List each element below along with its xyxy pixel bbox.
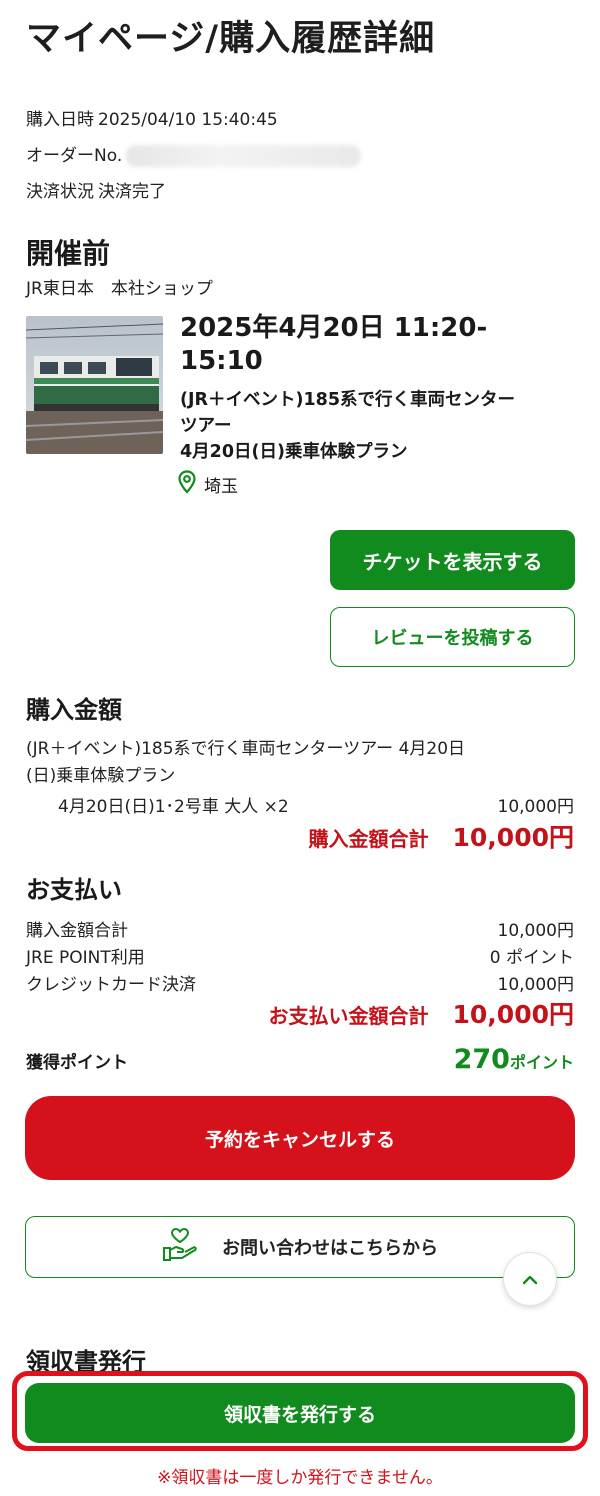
- purchase-item-price: 10,000円: [497, 797, 574, 817]
- payment-row: クレジットカード決済 10,000円: [26, 970, 574, 995]
- event-name: (JR＋イベント)185系で行く車両センター ツアー 4月20日(日)乗車体験プ…: [180, 387, 575, 465]
- order-no-label: オーダーNo.: [26, 146, 123, 166]
- shop-name: JR東日本 本社ショップ: [26, 279, 213, 299]
- payment-row-value: 0 ポイント: [489, 948, 574, 968]
- issue-receipt-button[interactable]: 領収書を発行する: [25, 1383, 575, 1443]
- earned-points-number: 270: [453, 1044, 510, 1075]
- chevron-up-icon: [522, 1270, 538, 1289]
- payment-row-label: JRE POINT利用: [26, 948, 145, 968]
- event-name-line3: 4月20日(日)乗車体験プラン: [180, 442, 408, 462]
- contact-button[interactable]: お問い合わせはこちらから: [25, 1216, 575, 1278]
- payment-row-label: 購入金額合計: [26, 921, 128, 941]
- event-date: 2025年4月20日 11:20- 15:10: [180, 312, 570, 378]
- earned-points-row: 獲得ポイント 270ポイント: [26, 1044, 574, 1075]
- payment-row-value: 10,000円: [497, 975, 574, 995]
- payment-row-label: クレジットカード決済: [26, 975, 196, 995]
- purchase-total: 購入金額合計 10,000円: [309, 818, 574, 854]
- earned-points-value: 270ポイント: [454, 1044, 574, 1075]
- order-no-redacted: [126, 145, 362, 167]
- earned-points-label: 獲得ポイント: [26, 1053, 128, 1073]
- receipt-note: ※領収書は一度しか発行できません。: [157, 1468, 443, 1488]
- payment-title: お支払い: [26, 876, 122, 904]
- event-status: 開催前: [26, 237, 111, 270]
- post-review-button[interactable]: レビューを投稿する: [330, 607, 575, 667]
- event-thumbnail: [26, 316, 163, 454]
- event-name-line1: (JR＋イベント)185系で行く車両センター: [180, 390, 516, 410]
- payment-total-value: 10,000円: [452, 1000, 574, 1029]
- payment-status-label: 決済状況: [26, 182, 94, 202]
- purchase-desc-line1: (JR＋イベント)185系で行く車両センターツアー 4月20日: [26, 739, 466, 759]
- purchase-item-label: 4月20日(日)1･2号車 大人 ×2: [58, 797, 289, 817]
- purchase-desc-line2: (日)乗車体験プラン: [26, 766, 176, 786]
- payment-row: 購入金額合計 10,000円: [26, 916, 574, 941]
- payment-row: JRE POINT利用 0 ポイント: [26, 943, 574, 968]
- contact-label: お問い合わせはこちらから: [222, 1238, 438, 1259]
- payment-total: お支払い金額合計 10,000円: [269, 995, 574, 1031]
- page-title: マイページ/購入履歴詳細: [26, 19, 436, 59]
- event-name-line2: ツアー: [180, 416, 232, 436]
- payment-total-label: お支払い金額合計: [268, 1004, 429, 1028]
- event-date-line2: 15:10: [180, 346, 263, 376]
- purchase-datetime: 2025/04/10 15:40:45: [98, 110, 278, 130]
- scroll-to-top-button[interactable]: [503, 1252, 557, 1306]
- order-no-row: オーダーNo.: [26, 138, 362, 174]
- event-location: 埼玉: [178, 470, 238, 499]
- purchase-datetime-label: 購入日時: [26, 110, 94, 130]
- show-ticket-button[interactable]: チケットを表示する: [330, 530, 575, 590]
- earned-points-unit: ポイント: [509, 1053, 574, 1072]
- order-info: 購入日時 2025/04/10 15:40:45 オーダーNo. 決済状況 決済…: [26, 102, 362, 210]
- purchase-item-row: 4月20日(日)1･2号車 大人 ×2 10,000円: [58, 792, 574, 817]
- location-text: 埼玉: [204, 477, 238, 497]
- purchase-total-label: 購入金額合計: [308, 827, 429, 851]
- location-pin-icon: [178, 470, 196, 499]
- cancel-reservation-button[interactable]: 予約をキャンセルする: [25, 1096, 575, 1180]
- purchase-description: (JR＋イベント)185系で行く車両センターツアー 4月20日 (日)乗車体験プ…: [26, 736, 574, 790]
- heart-hand-icon: [162, 1227, 198, 1267]
- payment-status-row: 決済状況 決済完了: [26, 174, 361, 210]
- purchase-amount-title: 購入金額: [26, 696, 122, 724]
- purchase-datetime-row: 購入日時 2025/04/10 15:40:45: [26, 102, 361, 138]
- purchase-total-value: 10,000円: [452, 823, 574, 852]
- payment-row-value: 10,000円: [497, 921, 574, 941]
- event-date-line1: 2025年4月20日 11:20-: [180, 313, 488, 343]
- payment-status: 決済完了: [98, 182, 166, 202]
